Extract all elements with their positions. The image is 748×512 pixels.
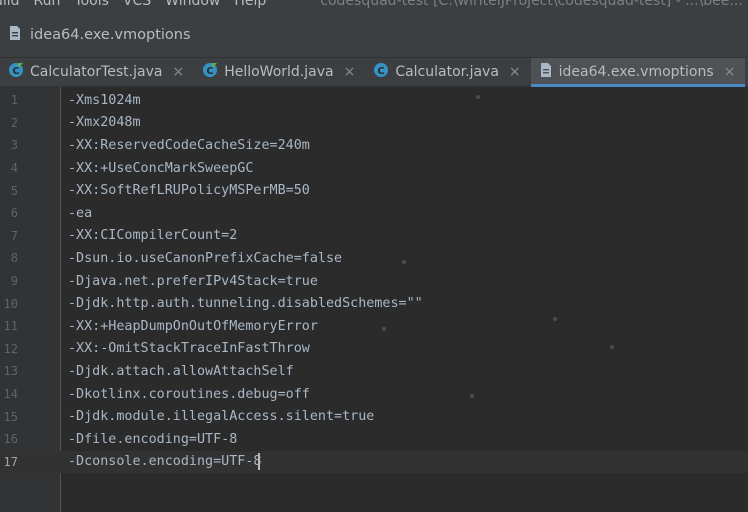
tab-label: CalculatorTest.java bbox=[30, 64, 163, 80]
line-text[interactable]: -XX:CICompilerCount=2 bbox=[68, 228, 237, 243]
line-text[interactable]: -Djava.net.preferIPv4Stack=true bbox=[68, 274, 318, 289]
background-dot bbox=[470, 394, 474, 398]
navigation-bar: idea64.exe.vmoptions bbox=[0, 13, 748, 58]
line-number: 4 bbox=[10, 161, 18, 176]
line-number: 7 bbox=[10, 228, 18, 243]
line-text[interactable]: -ea bbox=[68, 206, 92, 221]
code-line[interactable]: 9 -Djava.net.preferIPv4Stack=true bbox=[0, 270, 748, 293]
line-number: 17 bbox=[3, 454, 18, 469]
line-text[interactable]: -XX:ReservedCodeCacheSize=240m bbox=[68, 138, 310, 153]
code-line[interactable]: 4 -XX:+UseConcMarkSweepGC bbox=[0, 157, 748, 180]
menu-bar: uild Run Tools VCS Window Help codesquad… bbox=[0, 0, 748, 13]
line-number: 13 bbox=[3, 364, 18, 379]
line-number: 14 bbox=[3, 387, 18, 402]
menu-tools[interactable]: Tools bbox=[74, 0, 109, 9]
window-title: codesquad-test [C:\wiriteIJProject\codes… bbox=[320, 0, 743, 9]
code-line[interactable]: 13 -Djdk.attach.allowAttachSelf bbox=[0, 360, 748, 383]
line-number: 2 bbox=[10, 115, 18, 130]
menu-run[interactable]: Run bbox=[34, 0, 61, 9]
line-text[interactable]: -Xms1024m bbox=[68, 93, 141, 108]
line-number: 10 bbox=[3, 296, 18, 311]
tab-idea64-vmoptions[interactable]: idea64.exe.vmoptions × bbox=[530, 58, 746, 87]
code-line[interactable]: 16 -Dfile.encoding=UTF-8 bbox=[0, 428, 748, 451]
editor-tab-bar: C CalculatorTest.java × C HelloWorld.jav… bbox=[0, 58, 748, 87]
text-caret bbox=[258, 453, 260, 471]
code-line[interactable]: 5 -XX:SoftRefLRUPolicyMSPerMB=50 bbox=[0, 179, 748, 202]
line-text[interactable]: -XX:-OmitStackTraceInFastThrow bbox=[68, 341, 310, 356]
close-icon[interactable]: × bbox=[509, 64, 521, 80]
java-class-test-icon: C bbox=[8, 62, 24, 82]
code-line[interactable]: 6 -ea bbox=[0, 202, 748, 225]
menu-window[interactable]: Window bbox=[165, 0, 220, 9]
code-line[interactable]: 17 -Dconsole.encoding=UTF-8 bbox=[0, 450, 748, 474]
background-dot bbox=[610, 345, 614, 349]
svg-text:C: C bbox=[378, 66, 385, 77]
close-icon[interactable]: × bbox=[172, 64, 184, 80]
line-text[interactable]: -Djdk.http.auth.tunneling.disabledScheme… bbox=[68, 296, 423, 311]
ide-window: uild Run Tools VCS Window Help codesquad… bbox=[0, 0, 748, 512]
tab-label: Calculator.java bbox=[395, 64, 499, 80]
code-line[interactable]: 12 -XX:-OmitStackTraceInFastThrow bbox=[0, 338, 748, 361]
background-dot bbox=[402, 260, 406, 264]
menu-bar-items: uild Run Tools VCS Window Help codesquad… bbox=[0, 0, 743, 11]
line-number: 1 bbox=[10, 93, 18, 108]
line-number: 6 bbox=[10, 206, 18, 221]
code-line[interactable]: 7 -XX:CICompilerCount=2 bbox=[0, 225, 748, 248]
code-line[interactable]: 8 -Dsun.io.useCanonPrefixCache=false bbox=[0, 247, 748, 270]
code-line[interactable]: 14 -Dkotlinx.coroutines.debug=off bbox=[0, 383, 748, 406]
line-text[interactable]: -Dconsole.encoding=UTF-8 bbox=[68, 454, 261, 469]
line-number: 15 bbox=[3, 409, 18, 424]
line-text[interactable]: -XX:+HeapDumpOnOutOfMemoryError bbox=[68, 319, 318, 334]
menu-help[interactable]: Help bbox=[234, 0, 266, 9]
line-text[interactable]: -XX:+UseConcMarkSweepGC bbox=[68, 161, 253, 176]
code-line[interactable]: 15 -Djdk.module.illegalAccess.silent=true bbox=[0, 405, 748, 428]
background-dot bbox=[476, 95, 480, 99]
tab-label: HelloWorld.java bbox=[224, 64, 334, 80]
line-number: 8 bbox=[10, 251, 18, 266]
tab-hello-world[interactable]: C HelloWorld.java × bbox=[194, 58, 365, 86]
line-number: 9 bbox=[10, 274, 18, 289]
line-number: 12 bbox=[3, 341, 18, 356]
line-text[interactable]: -Xmx2048m bbox=[68, 115, 141, 130]
line-text[interactable]: -Djdk.attach.allowAttachSelf bbox=[68, 364, 294, 379]
code-line[interactable]: 11 -XX:+HeapDumpOnOutOfMemoryError bbox=[0, 315, 748, 338]
breadcrumb-file[interactable]: idea64.exe.vmoptions bbox=[30, 27, 191, 43]
code-editor[interactable]: 1 -Xms1024m 2 -Xmx2048m 3 -XX:ReservedCodeCac… bbox=[0, 87, 748, 512]
tab-label: idea64.exe.vmoptions bbox=[558, 64, 714, 80]
line-text[interactable]: -Dkotlinx.coroutines.debug=off bbox=[68, 387, 310, 402]
line-number: 5 bbox=[10, 183, 18, 198]
menu-build[interactable]: uild bbox=[0, 0, 20, 9]
svg-text:C: C bbox=[12, 66, 19, 77]
line-text[interactable]: -Djdk.module.illegalAccess.silent=true bbox=[68, 409, 374, 424]
code-line[interactable]: 1 -Xms1024m bbox=[0, 89, 748, 112]
tab-calculator[interactable]: C Calculator.java × bbox=[365, 58, 530, 86]
close-icon[interactable]: × bbox=[344, 64, 356, 80]
background-dot bbox=[553, 317, 557, 321]
file-text-icon bbox=[8, 25, 22, 45]
menu-vcs[interactable]: VCS bbox=[123, 0, 151, 9]
background-dot bbox=[382, 327, 386, 331]
code-line[interactable]: 10 -Djdk.http.auth.tunneling.disabledSche… bbox=[0, 292, 748, 315]
tab-calculator-test[interactable]: C CalculatorTest.java × bbox=[0, 58, 194, 86]
line-number: 11 bbox=[3, 319, 18, 334]
line-number: 3 bbox=[10, 138, 18, 153]
svg-text:C: C bbox=[207, 66, 214, 77]
code-line[interactable]: 2 -Xmx2048m bbox=[0, 112, 748, 135]
code-line[interactable]: 3 -XX:ReservedCodeCacheSize=240m bbox=[0, 134, 748, 157]
java-class-icon: C bbox=[202, 62, 218, 82]
java-class-icon: C bbox=[373, 62, 389, 82]
file-text-icon bbox=[539, 62, 553, 82]
line-text[interactable]: -Dfile.encoding=UTF-8 bbox=[68, 432, 237, 447]
line-text[interactable]: -XX:SoftRefLRUPolicyMSPerMB=50 bbox=[68, 183, 310, 198]
close-icon[interactable]: × bbox=[724, 64, 736, 80]
line-number: 16 bbox=[3, 432, 18, 447]
line-text[interactable]: -Dsun.io.useCanonPrefixCache=false bbox=[68, 251, 342, 266]
